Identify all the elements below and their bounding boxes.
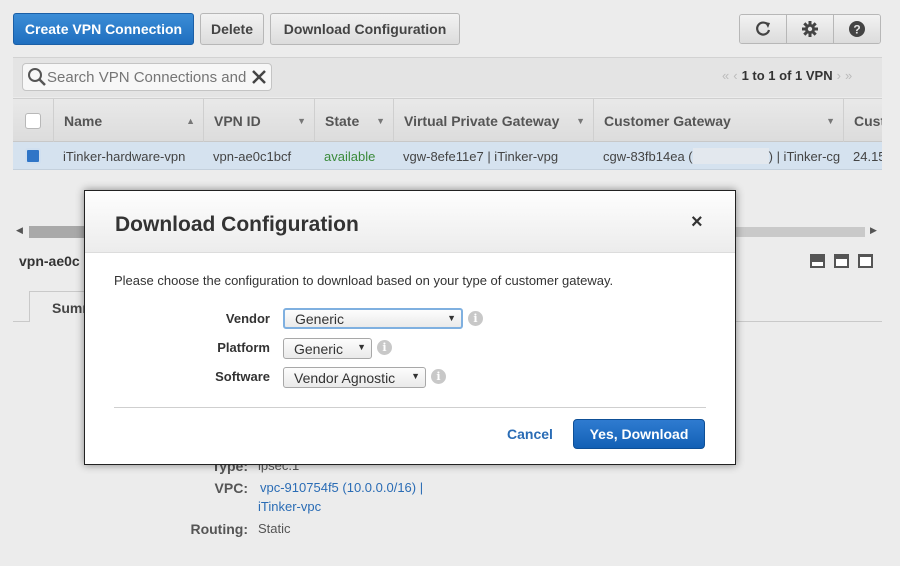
pager-text: 1 to 1 of 1 VPN	[741, 68, 833, 83]
sort-icon[interactable]: ▼	[297, 116, 306, 126]
column-cust[interactable]: Cust	[843, 99, 882, 143]
software-info-icon[interactable]: i	[431, 369, 446, 384]
row-cust: 24.15	[853, 148, 882, 164]
cancel-button[interactable]: Cancel	[507, 426, 553, 442]
download-configuration-dialog: Download Configuration × Please choose t…	[84, 190, 736, 465]
select-all-checkbox[interactable]	[25, 113, 41, 129]
platform-info-icon[interactable]: i	[377, 340, 392, 355]
search-input[interactable]	[47, 68, 251, 86]
next-page-icon[interactable]: ›	[837, 68, 841, 83]
row-customer-gateway: cgw-83fb14ea ( ) | iTinker-cg	[603, 148, 841, 164]
column-vpn-id[interactable]: VPN ID ▼	[203, 99, 314, 143]
vendor-label: Vendor	[225, 311, 270, 326]
sort-asc-icon[interactable]: ▲	[186, 116, 195, 126]
dialog-divider	[114, 407, 706, 408]
chevron-down-icon: ▼	[357, 342, 366, 352]
row-checkbox[interactable]	[25, 148, 41, 164]
scroll-left-icon[interactable]: ◀	[16, 225, 23, 236]
gear-icon[interactable]	[787, 15, 834, 43]
row-vpn-id: vpn-ae0c1bcf	[213, 148, 292, 164]
vpc-name-link[interactable]: iTinker-vpc	[258, 499, 321, 514]
software-select[interactable]: Vendor Agnostic ▼	[283, 367, 426, 388]
delete-button[interactable]: Delete	[200, 13, 264, 45]
first-page-icon[interactable]: «	[722, 68, 729, 83]
tab-summary[interactable]: Summ	[29, 291, 89, 322]
chevron-down-icon: ▼	[411, 371, 420, 381]
pane-bottom-icon[interactable]	[810, 254, 825, 268]
dialog-description: Please choose the configuration to downl…	[114, 273, 614, 288]
pane-full-icon[interactable]	[858, 254, 873, 268]
clear-search-icon[interactable]	[251, 69, 267, 85]
toolbar-icon-group: ?	[739, 14, 881, 44]
row-checkbox-cell	[25, 142, 41, 170]
prev-page-icon[interactable]: ‹	[733, 68, 737, 83]
vendor-info-icon[interactable]: i	[468, 311, 483, 326]
row-state: available	[324, 148, 376, 164]
dialog-title: Download Configuration	[115, 213, 359, 236]
pane-half-icon[interactable]	[834, 254, 849, 268]
table-header: Name ▲ VPN ID ▼ State ▼ Virtual Private Gat…	[13, 98, 882, 143]
dialog-header: Download Configuration ×	[85, 191, 735, 253]
software-label: Software	[215, 369, 270, 384]
sort-icon[interactable]: ▼	[376, 116, 385, 126]
routing-value: Static	[258, 521, 291, 536]
close-icon[interactable]: ×	[691, 211, 703, 234]
vendor-select[interactable]: Generic ▼	[283, 308, 463, 329]
select-all-cell	[13, 99, 53, 143]
row-vpg: vgw-8efe11e7 | iTinker-vpg	[403, 148, 559, 164]
table-row[interactable]: iTinker-hardware-vpn vpn-ae0c1bcf availa…	[13, 142, 882, 170]
platform-select[interactable]: Generic ▼	[283, 338, 372, 359]
chevron-down-icon: ▼	[447, 313, 456, 323]
column-name[interactable]: Name ▲	[53, 99, 203, 143]
redacted-ip	[692, 148, 769, 164]
search-icon	[28, 68, 46, 86]
search-box[interactable]	[22, 63, 272, 91]
column-state[interactable]: State ▼	[314, 99, 393, 143]
create-vpn-connection-button[interactable]: Create VPN Connection	[13, 13, 194, 45]
download-configuration-button[interactable]: Download Configuration	[270, 13, 460, 45]
sort-icon[interactable]: ▼	[576, 116, 585, 126]
column-vpg[interactable]: Virtual Private Gateway ▼	[393, 99, 593, 143]
platform-label: Platform	[217, 340, 270, 355]
detail-title: vpn-ae0c	[19, 253, 80, 269]
pagination: « ‹ 1 to 1 of 1 VPN › »	[722, 68, 852, 83]
refresh-icon[interactable]	[740, 15, 787, 43]
vpc-label: VPC:	[214, 480, 248, 496]
svg-text:?: ?	[853, 23, 860, 37]
sort-icon[interactable]: ▼	[826, 116, 835, 126]
help-icon[interactable]: ?	[834, 15, 880, 43]
column-customer-gateway[interactable]: Customer Gateway ▼	[593, 99, 843, 143]
yes-download-button[interactable]: Yes, Download	[573, 419, 705, 449]
row-name: iTinker-hardware-vpn	[63, 148, 186, 164]
vpc-link[interactable]: vpc-910754f5 (10.0.0.0/16) |	[260, 480, 423, 495]
last-page-icon[interactable]: »	[845, 68, 852, 83]
routing-label: Routing:	[190, 521, 248, 537]
scroll-right-icon[interactable]: ▶	[870, 225, 877, 236]
